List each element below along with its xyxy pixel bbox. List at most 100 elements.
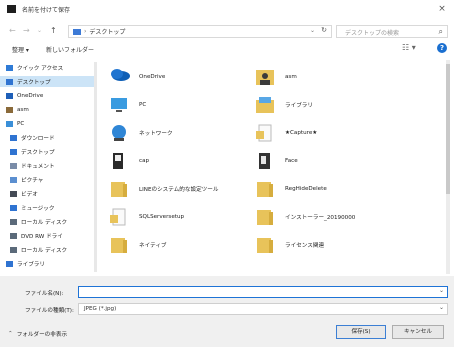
file-item[interactable]: ライセンス関連 — [255, 230, 415, 260]
desktop-icon — [6, 78, 13, 85]
hide-folders-toggle[interactable]: ⌃ フォルダーの非表示 — [8, 330, 67, 338]
file-item[interactable]: ライブラリ — [255, 90, 415, 120]
filename-label: ファイル名(N): — [25, 291, 64, 297]
view-options-button[interactable]: ☷ ▾ — [402, 43, 416, 52]
filetype-select[interactable]: JPEG (*.jpg) ⌄ — [78, 303, 448, 315]
file-item[interactable]: SQLServersetup — [109, 202, 269, 232]
file-item[interactable]: PC — [109, 90, 269, 120]
new-folder-button[interactable]: 新しいフォルダー — [46, 45, 94, 54]
folder-icon — [255, 235, 275, 255]
organize-button[interactable]: 整理 ▾ — [12, 45, 29, 54]
document-icon — [255, 123, 275, 143]
file-item[interactable]: ★Capture★ — [255, 118, 415, 148]
file-list-scrollbar-thumb[interactable] — [446, 64, 450, 194]
filename-dropdown-icon[interactable]: ⌄ — [439, 287, 444, 294]
recent-chevron-icon[interactable]: ⌄ — [37, 25, 42, 37]
command-bar: 整理 ▾ 新しいフォルダー ☷ ▾ ? — [0, 42, 454, 56]
nav-scrollbar[interactable] — [94, 62, 97, 272]
file-item[interactable]: OneDrive — [109, 62, 269, 92]
desktop-icon — [10, 148, 17, 155]
title-bar: 名前を付けて保存 × — [0, 0, 454, 18]
nav-item[interactable]: ミュージック — [0, 202, 96, 213]
file-item[interactable]: cap — [109, 146, 269, 176]
file-item-label: ネイティブ — [139, 243, 167, 249]
nav-item[interactable]: PC — [0, 118, 96, 129]
nav-item-label: ローカル ディスク — [21, 247, 68, 254]
file-item[interactable]: asm — [255, 62, 415, 92]
file-item[interactable]: LINEのシステム的な設定ツール — [109, 174, 269, 204]
nav-item[interactable]: ローカル ディスク — [0, 244, 96, 255]
nav-item-label: ライブラリ — [17, 261, 45, 268]
nav-item[interactable]: ローカル ディスク — [0, 216, 96, 227]
cap-icon — [109, 151, 129, 171]
file-item[interactable]: インストーラー_20190000 — [255, 202, 415, 232]
nav-item-label: ミュージック — [21, 205, 55, 212]
search-input[interactable]: デスクトップの検索 ⌕ — [336, 25, 448, 38]
nav-item[interactable]: デスクトップ — [0, 76, 96, 87]
help-icon[interactable]: ? — [437, 43, 447, 53]
folder-icon — [109, 179, 129, 199]
nav-item-label: PC — [17, 120, 25, 127]
file-item-label: ライセンス関連 — [285, 243, 325, 249]
star-icon — [6, 64, 13, 71]
file-item[interactable]: RegHideDelete — [255, 174, 415, 204]
nav-item[interactable]: asm — [0, 104, 96, 115]
chevron-up-icon: ⌃ — [8, 331, 13, 337]
file-item-label: ライブラリ — [285, 103, 313, 109]
search-icon[interactable]: ⌕ — [439, 27, 443, 37]
onedrive-icon — [109, 67, 130, 87]
refresh-icon[interactable]: ↻ — [321, 26, 327, 34]
file-item[interactable]: ネイティブ — [109, 230, 269, 260]
hide-folders-label: フォルダーの非表示 — [16, 332, 68, 338]
file-item[interactable]: ネットワーク — [109, 118, 269, 148]
address-path[interactable]: デスクトップ — [89, 27, 125, 36]
navigation-pane: クイック アクセス デスクトップ OneDrive asm PC ダウンロード デスクトップ… — [0, 62, 96, 275]
nav-item[interactable]: ダウンロード — [0, 132, 96, 143]
save-button[interactable]: 保存(S) — [336, 325, 386, 339]
face-icon — [255, 151, 275, 171]
address-bar[interactable]: › デスクトップ ⌄ ↻ — [68, 25, 332, 38]
cancel-button[interactable]: キャンセル — [392, 325, 444, 339]
up-arrow-icon[interactable]: ↑ — [50, 25, 57, 37]
nav-item-label: asm — [17, 106, 29, 113]
file-item-label: SQLServersetup — [139, 214, 185, 220]
nav-item-label: ダウンロード — [21, 135, 55, 142]
folder-icon — [255, 179, 275, 199]
file-item[interactable]: Face — [255, 146, 415, 176]
folder-icon — [73, 28, 81, 35]
file-item-label: cap — [139, 158, 150, 164]
close-icon[interactable]: × — [436, 3, 448, 15]
filename-field[interactable]: ⌄ — [78, 286, 448, 298]
nav-item[interactable]: ピクチャ — [0, 174, 96, 185]
file-item-label: Face — [285, 158, 298, 164]
nav-item-label: デスクトップ — [17, 79, 51, 86]
folder-icon — [109, 235, 129, 255]
forward-arrow-icon[interactable]: → — [23, 25, 30, 37]
file-item-label: LINEのシステム的な設定ツール — [139, 187, 219, 193]
file-item-label: インストーラー_20190000 — [285, 215, 356, 221]
dvd-icon — [10, 232, 17, 239]
library-icon — [255, 95, 275, 115]
nav-item-label: クイック アクセス — [17, 65, 64, 72]
library-icon — [6, 260, 13, 267]
nav-item-label: ローカル ディスク — [21, 219, 68, 226]
nav-item-label: OneDrive — [17, 92, 44, 99]
music-icon — [10, 204, 17, 211]
address-dropdown-icon[interactable]: ⌄ — [310, 27, 315, 34]
back-arrow-icon[interactable]: ← — [9, 25, 16, 37]
nav-item[interactable]: デスクトップ — [0, 146, 96, 157]
drive-icon — [10, 218, 17, 225]
user-icon — [6, 106, 13, 113]
nav-item[interactable]: OneDrive — [0, 90, 96, 101]
app-icon — [7, 5, 16, 13]
save-as-dialog: 名前を付けて保存 × ← → ⌄ ↑ › デスクトップ ⌄ ↻ デスクトップの検… — [0, 0, 454, 347]
nav-item[interactable]: ビデオ — [0, 188, 96, 199]
nav-item[interactable]: DVD RW ドライ — [0, 230, 96, 241]
drive-icon — [10, 246, 17, 253]
filetype-dropdown-icon[interactable]: ⌄ — [439, 304, 444, 311]
nav-item[interactable]: ドキュメント — [0, 160, 96, 171]
pc-icon — [6, 120, 13, 127]
save-options-area: ファイル名(N): ⌄ ファイルの種類(T): JPEG (*.jpg) ⌄ ⌃… — [0, 276, 454, 347]
nav-item[interactable]: クイック アクセス — [0, 62, 96, 73]
nav-item[interactable]: ライブラリ — [0, 258, 96, 269]
